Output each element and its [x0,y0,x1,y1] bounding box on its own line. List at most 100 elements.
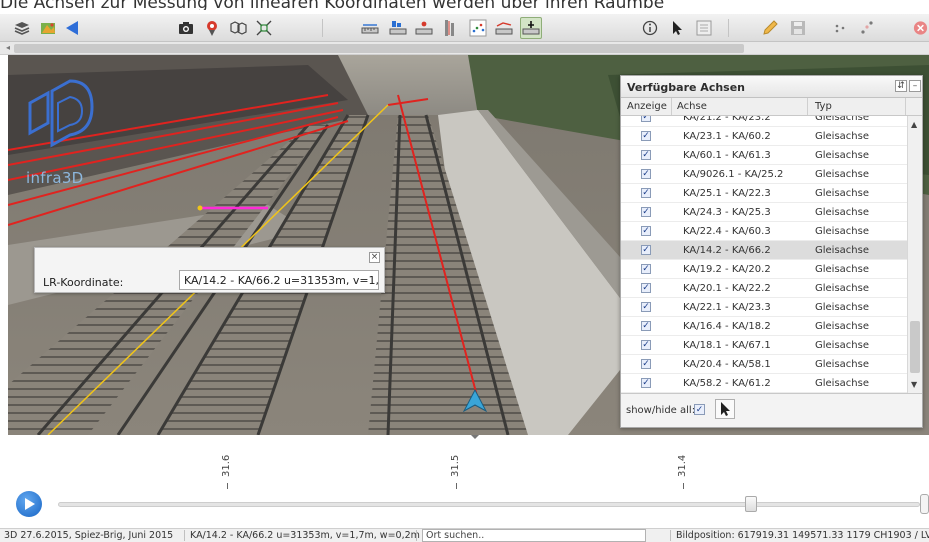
axis-type: Gleisachse [815,150,869,161]
column-show[interactable]: Anzeige [627,101,667,112]
dots-icon[interactable] [830,18,850,38]
axis-row[interactable]: ✓ KA/58.2 - KA/61.2 Gleisachse [621,374,907,393]
ruler-icon[interactable] [360,18,380,38]
axis-row[interactable]: ✓ KA/25.1 - KA/22.3 Gleisachse [621,184,907,203]
map-icon[interactable] [38,18,58,38]
axis-row[interactable]: ✓ KA/20.4 - KA/58.1 Gleisachse [621,355,907,374]
cubes-icon[interactable] [228,18,248,38]
info-icon[interactable] [640,18,660,38]
pointer-icon [721,402,730,416]
axis-name: KA/20.1 - KA/22.2 [683,283,771,294]
axis-row[interactable]: ✓ KA/22.4 - KA/60.3 Gleisachse [621,222,907,241]
axis-checkbox[interactable]: ✓ [641,131,651,141]
position-slider[interactable] [58,502,920,507]
profile-icon[interactable] [494,18,514,38]
axis-checkbox[interactable]: ✓ [641,116,651,122]
back-arrow-icon[interactable] [62,18,82,38]
axis-type: Gleisachse [815,131,869,142]
axis-name: KA/24.3 - KA/25.3 [683,207,771,218]
axis-name: KA/20.4 - KA/58.1 [683,359,771,370]
column-type[interactable]: Typ [815,101,832,112]
axis-name: KA/23.1 - KA/60.2 [683,131,771,142]
axis-checkbox[interactable]: ✓ [641,340,651,350]
top-scrollbar[interactable]: ◂ [0,42,929,55]
axis-type: Gleisachse [815,359,869,370]
column-axis[interactable]: Achse [677,101,707,112]
axis-checkbox[interactable]: ✓ [641,359,651,369]
infra3d-logo: infra3D [22,73,102,187]
panel-toggle-icon[interactable]: ⇵ [895,80,907,92]
axis-row[interactable]: ✓ KA/24.3 - KA/25.3 Gleisachse [621,203,907,222]
layers-icon[interactable] [12,18,32,38]
axis-checkbox[interactable]: ✓ [641,207,651,217]
axis-checkbox[interactable]: ✓ [641,302,651,312]
axis-type: Gleisachse [815,226,869,237]
ruler-chart-icon[interactable] [388,18,408,38]
axis-type: Gleisachse [815,321,869,332]
scatter-icon[interactable] [468,18,488,38]
axis-checkbox[interactable]: ✓ [641,283,651,293]
axis-row[interactable]: ✓ KA/18.1 - KA/67.1 Gleisachse [621,336,907,355]
vertical-bars-icon[interactable] [440,18,460,38]
axes-scrollbar[interactable]: ▲ ▼ [907,116,922,393]
save-icon[interactable] [788,18,808,38]
timeline-tick [227,483,228,489]
ruler-point-icon[interactable] [414,18,434,38]
measure-grid-icon[interactable] [254,18,274,38]
axis-checkbox[interactable]: ✓ [641,321,651,331]
scroll-down-icon[interactable]: ▼ [911,380,917,389]
axis-checkbox[interactable]: ✓ [641,226,651,236]
pointer-icon[interactable] [667,18,687,38]
camera-icon[interactable] [176,18,196,38]
axis-row[interactable]: ✓ KA/9026.1 - KA/25.2 Gleisachse [621,165,907,184]
axis-row[interactable]: ✓ KA/21.2 - KA/23.2 Gleisachse [621,116,907,127]
axis-row[interactable]: ✓ KA/22.1 - KA/23.3 Gleisachse [621,298,907,317]
scroll-thumb[interactable] [910,321,920,373]
axis-checkbox[interactable]: ✓ [641,150,651,160]
pin-icon[interactable] [202,18,222,38]
available-axes-panel: Verfügbare Achsen ⇵ – Anzeige Achse Typ … [620,75,923,428]
show-hide-all-checkbox[interactable]: ✓ [694,404,705,415]
axis-row[interactable]: ✓ KA/16.4 - KA/18.2 Gleisachse [621,317,907,336]
axis-checkbox[interactable]: ✓ [641,378,651,388]
axis-row[interactable]: ✓ KA/19.2 - KA/20.2 Gleisachse [621,260,907,279]
axis-row[interactable]: ✓ KA/60.1 - KA/61.3 Gleisachse [621,146,907,165]
select-pointer-button[interactable] [715,399,735,419]
axis-measure-icon[interactable] [520,17,542,39]
axis-name: KA/25.1 - KA/22.3 [683,188,771,199]
lr-coordinate-field[interactable]: KA/14.2 - KA/66.2 u=31353m, v=1,7m, w=0,… [179,270,379,290]
axis-row[interactable]: ✓ KA/20.1 - KA/22.2 Gleisachse [621,279,907,298]
panel-minimize-icon[interactable]: – [909,80,921,92]
axes-list: ✓ KA/21.2 - KA/23.2 Gleisachse ✓ KA/23.1 - K… [621,116,907,393]
axis-type: Gleisachse [815,188,869,199]
image-viewer[interactable]: infra3D × LR-Koordinate: KA/14.2 - KA/66… [8,55,929,435]
axis-name: KA/22.4 - KA/60.3 [683,226,771,237]
slider-end-handle[interactable] [920,494,929,514]
toolbar-separator [322,19,323,37]
scroll-left-arrow-icon[interactable]: ◂ [6,43,10,52]
list-icon[interactable] [694,18,714,38]
lr-close-button[interactable]: × [369,252,380,263]
axis-checkbox[interactable]: ✓ [641,245,651,255]
scroll-up-icon[interactable]: ▲ [911,120,917,129]
axis-checkbox[interactable]: ✓ [641,264,651,274]
axis-type: Gleisachse [815,340,869,351]
location-search-input[interactable]: Ort suchen.. [422,529,646,542]
points-icon[interactable] [857,18,877,38]
play-button[interactable] [16,491,42,517]
panel-header[interactable]: Verfügbare Achsen ⇵ – [621,76,922,98]
main-toolbar [0,14,929,42]
slider-handle[interactable] [745,496,757,512]
axis-checkbox[interactable]: ✓ [641,169,651,179]
axis-checkbox[interactable]: ✓ [641,188,651,198]
axis-type: Gleisachse [815,283,869,294]
axis-row[interactable]: ✓ KA/23.1 - KA/60.2 Gleisachse [621,127,907,146]
axis-type: Gleisachse [815,378,869,389]
pencil-icon[interactable] [760,18,780,38]
lr-coordinate-popup: × LR-Koordinate: KA/14.2 - KA/66.2 u=313… [34,247,385,293]
toolbar-separator [728,19,729,37]
status-bar: 3D 27.6.2015, Spiez-Brig, Juni 2015 KA/1… [0,528,929,542]
axis-row[interactable]: ✓ KA/14.2 - KA/66.2 Gleisachse [621,241,907,260]
close-icon[interactable] [912,18,929,38]
scroll-thumb[interactable] [14,44,744,53]
